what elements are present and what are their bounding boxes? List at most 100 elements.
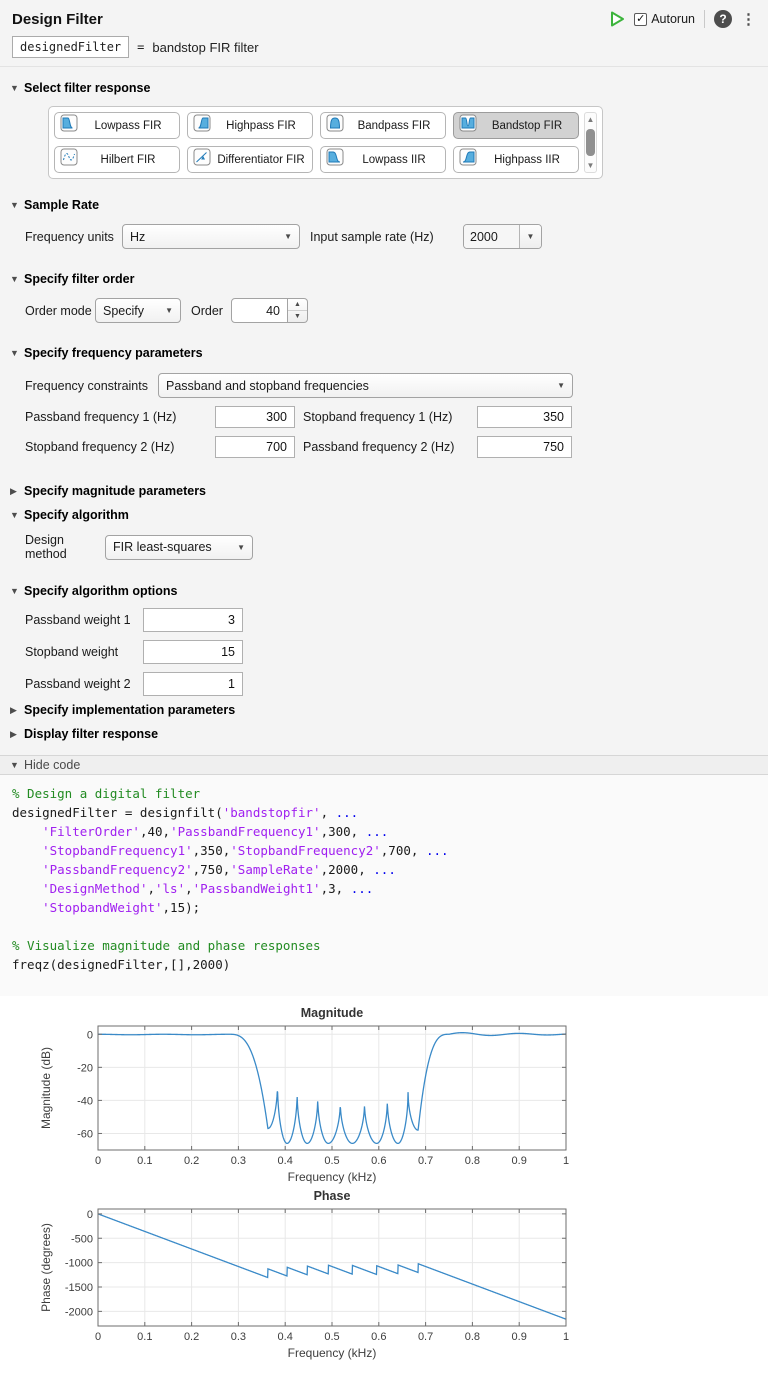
passband-weight-1-input[interactable]: 3 <box>143 608 243 632</box>
weight-row-3: Passband weight 2 1 <box>0 672 768 696</box>
order-spinner[interactable]: 40 ▲ ▼ <box>231 298 308 323</box>
hilbert-fir-icon <box>60 148 78 171</box>
kebab-menu-icon[interactable]: ⋮ <box>741 12 756 27</box>
section-filter-order[interactable]: ▼ Specify filter order <box>0 270 768 288</box>
filter-response-button-lowpass-iir[interactable]: Lowpass IIR <box>320 146 446 173</box>
scroll-up-icon[interactable]: ▲ <box>587 115 595 124</box>
svg-text:0: 0 <box>87 1029 93 1041</box>
expand-triangle-icon: ▶ <box>10 705 19 716</box>
svg-text:1: 1 <box>563 1155 569 1167</box>
sample-rate-row: Frequency units Hz ▼ Input sample rate (… <box>0 224 768 249</box>
field-label: Stopband frequency 1 (Hz) <box>303 410 477 424</box>
filter-response-plots: Magnitude00.10.20.30.40.50.60.70.80.910-… <box>0 996 768 1364</box>
sample-rate-combo[interactable]: 2000 ▼ <box>463 224 542 249</box>
section-display-filter-response[interactable]: ▶ Display filter response <box>0 725 768 743</box>
chevron-down-icon: ▼ <box>159 306 173 315</box>
filter-response-button-hilbert-fir[interactable]: Hilbert FIR <box>54 146 180 173</box>
frequency-fields-row-2: Stopband frequency 2 (Hz) 700 Passband f… <box>0 436 768 458</box>
order-mode-value: Specify <box>103 304 144 318</box>
order-mode-label: Order mode <box>25 304 95 318</box>
order-mode-dropdown[interactable]: Specify ▼ <box>95 298 181 323</box>
section-algorithm[interactable]: ▼ Specify algorithm <box>0 506 768 524</box>
bandpass-fir-icon <box>326 114 344 137</box>
autorun-checkbox[interactable]: ✓ <box>634 13 647 26</box>
output-variable-field[interactable]: designedFilter <box>12 36 129 58</box>
stopband-frequency-1-input[interactable]: 350 <box>477 406 572 428</box>
filter-response-label: Lowpass IIR <box>348 154 440 166</box>
filter-order-row: Order mode Specify ▼ Order 40 ▲ ▼ <box>0 298 768 323</box>
hide-code-toggle[interactable]: ▼ Hide code <box>0 755 768 775</box>
svg-text:0.4: 0.4 <box>278 1331 293 1343</box>
page-title: Design Filter <box>12 11 103 28</box>
passband-frequency-2-input[interactable]: 750 <box>477 436 572 458</box>
chevron-down-icon[interactable]: ▼ <box>519 225 541 248</box>
filter-response-label: Hilbert FIR <box>82 154 174 166</box>
weight-row-1: Passband weight 1 3 <box>0 608 768 632</box>
section-implementation-parameters[interactable]: ▶ Specify implementation parameters <box>0 701 768 719</box>
svg-text:0.1: 0.1 <box>137 1331 152 1343</box>
run-icon[interactable] <box>609 11 625 27</box>
frequency-fields-row-1: Passband frequency 1 (Hz) 300 Stopband f… <box>0 406 768 428</box>
section-sample-rate[interactable]: ▼ Sample Rate <box>0 196 768 214</box>
svg-text:Magnitude (dB): Magnitude (dB) <box>39 1047 53 1129</box>
section-select-filter-response[interactable]: ▼ Select filter response <box>0 79 768 97</box>
field-label: Stopband weight <box>25 645 143 659</box>
collapse-triangle-icon: ▼ <box>10 510 19 520</box>
help-icon[interactable]: ? <box>714 10 732 28</box>
section-algorithm-options[interactable]: ▼ Specify algorithm options <box>0 582 768 600</box>
collapse-triangle-icon: ▼ <box>10 83 19 93</box>
divider <box>704 10 705 28</box>
code-line: designedFilter = designfilt('bandstopfir… <box>12 803 756 822</box>
equals-sign: = <box>137 40 144 54</box>
frequency-constraints-dropdown[interactable]: Passband and stopband frequencies ▼ <box>158 373 573 398</box>
filter-response-button-lowpass-fir[interactable]: Lowpass FIR <box>54 112 180 139</box>
highpass-iir-icon <box>459 148 477 171</box>
section-magnitude-parameters[interactable]: ▶ Specify magnitude parameters <box>0 482 768 500</box>
filter-response-button-bandstop-fir[interactable]: Bandstop FIR <box>453 112 579 139</box>
filter-response-label: Differentiator FIR <box>215 154 307 166</box>
field-label: Stopband frequency 2 (Hz) <box>25 440 215 454</box>
filter-response-label: Highpass FIR <box>215 120 307 132</box>
section-title: Specify magnitude parameters <box>24 484 206 498</box>
scroll-down-icon[interactable]: ▼ <box>587 161 595 170</box>
svg-text:0: 0 <box>87 1209 93 1221</box>
code-line: % Visualize magnitude and phase response… <box>12 936 756 955</box>
code-editor[interactable]: % Design a digital filterdesignedFilter … <box>0 775 768 996</box>
section-title: Specify algorithm <box>24 508 129 522</box>
svg-text:1: 1 <box>563 1331 569 1343</box>
order-value[interactable]: 40 <box>231 298 288 323</box>
magnitude-plot: Magnitude00.10.20.30.40.50.60.70.80.910-… <box>8 1002 756 1188</box>
filter-response-button-bandpass-fir[interactable]: Bandpass FIR <box>320 112 446 139</box>
order-label: Order <box>191 304 231 318</box>
collapse-triangle-icon: ▼ <box>10 348 19 358</box>
svg-text:0.9: 0.9 <box>512 1155 527 1167</box>
sample-rate-value[interactable]: 2000 <box>464 225 519 248</box>
svg-text:0.5: 0.5 <box>324 1331 339 1343</box>
stopband-weight-input[interactable]: 15 <box>143 640 243 664</box>
filter-response-button-differentiator-fir[interactable]: Differentiator FIR <box>187 146 313 173</box>
collapse-triangle-icon: ▼ <box>10 274 19 284</box>
frequency-units-dropdown[interactable]: Hz ▼ <box>122 224 300 249</box>
spinner-up-icon[interactable]: ▲ <box>288 299 307 311</box>
svg-text:-2000: -2000 <box>65 1306 93 1318</box>
highpass-fir-icon <box>193 114 211 137</box>
filter-response-grid: Lowpass FIR Highpass FIR Bandpass FIR Bands… <box>54 112 579 173</box>
section-frequency-parameters[interactable]: ▼ Specify frequency parameters <box>0 344 768 362</box>
svg-text:0.5: 0.5 <box>324 1155 339 1167</box>
filter-response-button-highpass-fir[interactable]: Highpass FIR <box>187 112 313 139</box>
filter-response-label: Bandstop FIR <box>481 120 573 132</box>
frequency-constraints-row: Frequency constraints Passband and stopb… <box>0 373 768 398</box>
svg-text:0.6: 0.6 <box>371 1331 386 1343</box>
design-method-dropdown[interactable]: FIR least-squares ▼ <box>105 535 253 560</box>
svg-text:0.1: 0.1 <box>137 1155 152 1167</box>
spinner-down-icon[interactable]: ▼ <box>288 311 307 322</box>
design-method-row: Design method FIR least-squares ▼ <box>0 533 768 561</box>
scrollbar-thumb[interactable] <box>586 129 595 156</box>
filter-response-button-highpass-iir[interactable]: Highpass IIR <box>453 146 579 173</box>
stopband-frequency-2-input[interactable]: 700 <box>215 436 295 458</box>
filter-response-scrollbar[interactable]: ▲ ▼ <box>584 112 597 173</box>
design-method-value: FIR least-squares <box>113 540 212 554</box>
passband-weight-2-input[interactable]: 1 <box>143 672 243 696</box>
code-line: 'StopbandWeight',15); <box>12 898 756 917</box>
passband-frequency-1-input[interactable]: 300 <box>215 406 295 428</box>
